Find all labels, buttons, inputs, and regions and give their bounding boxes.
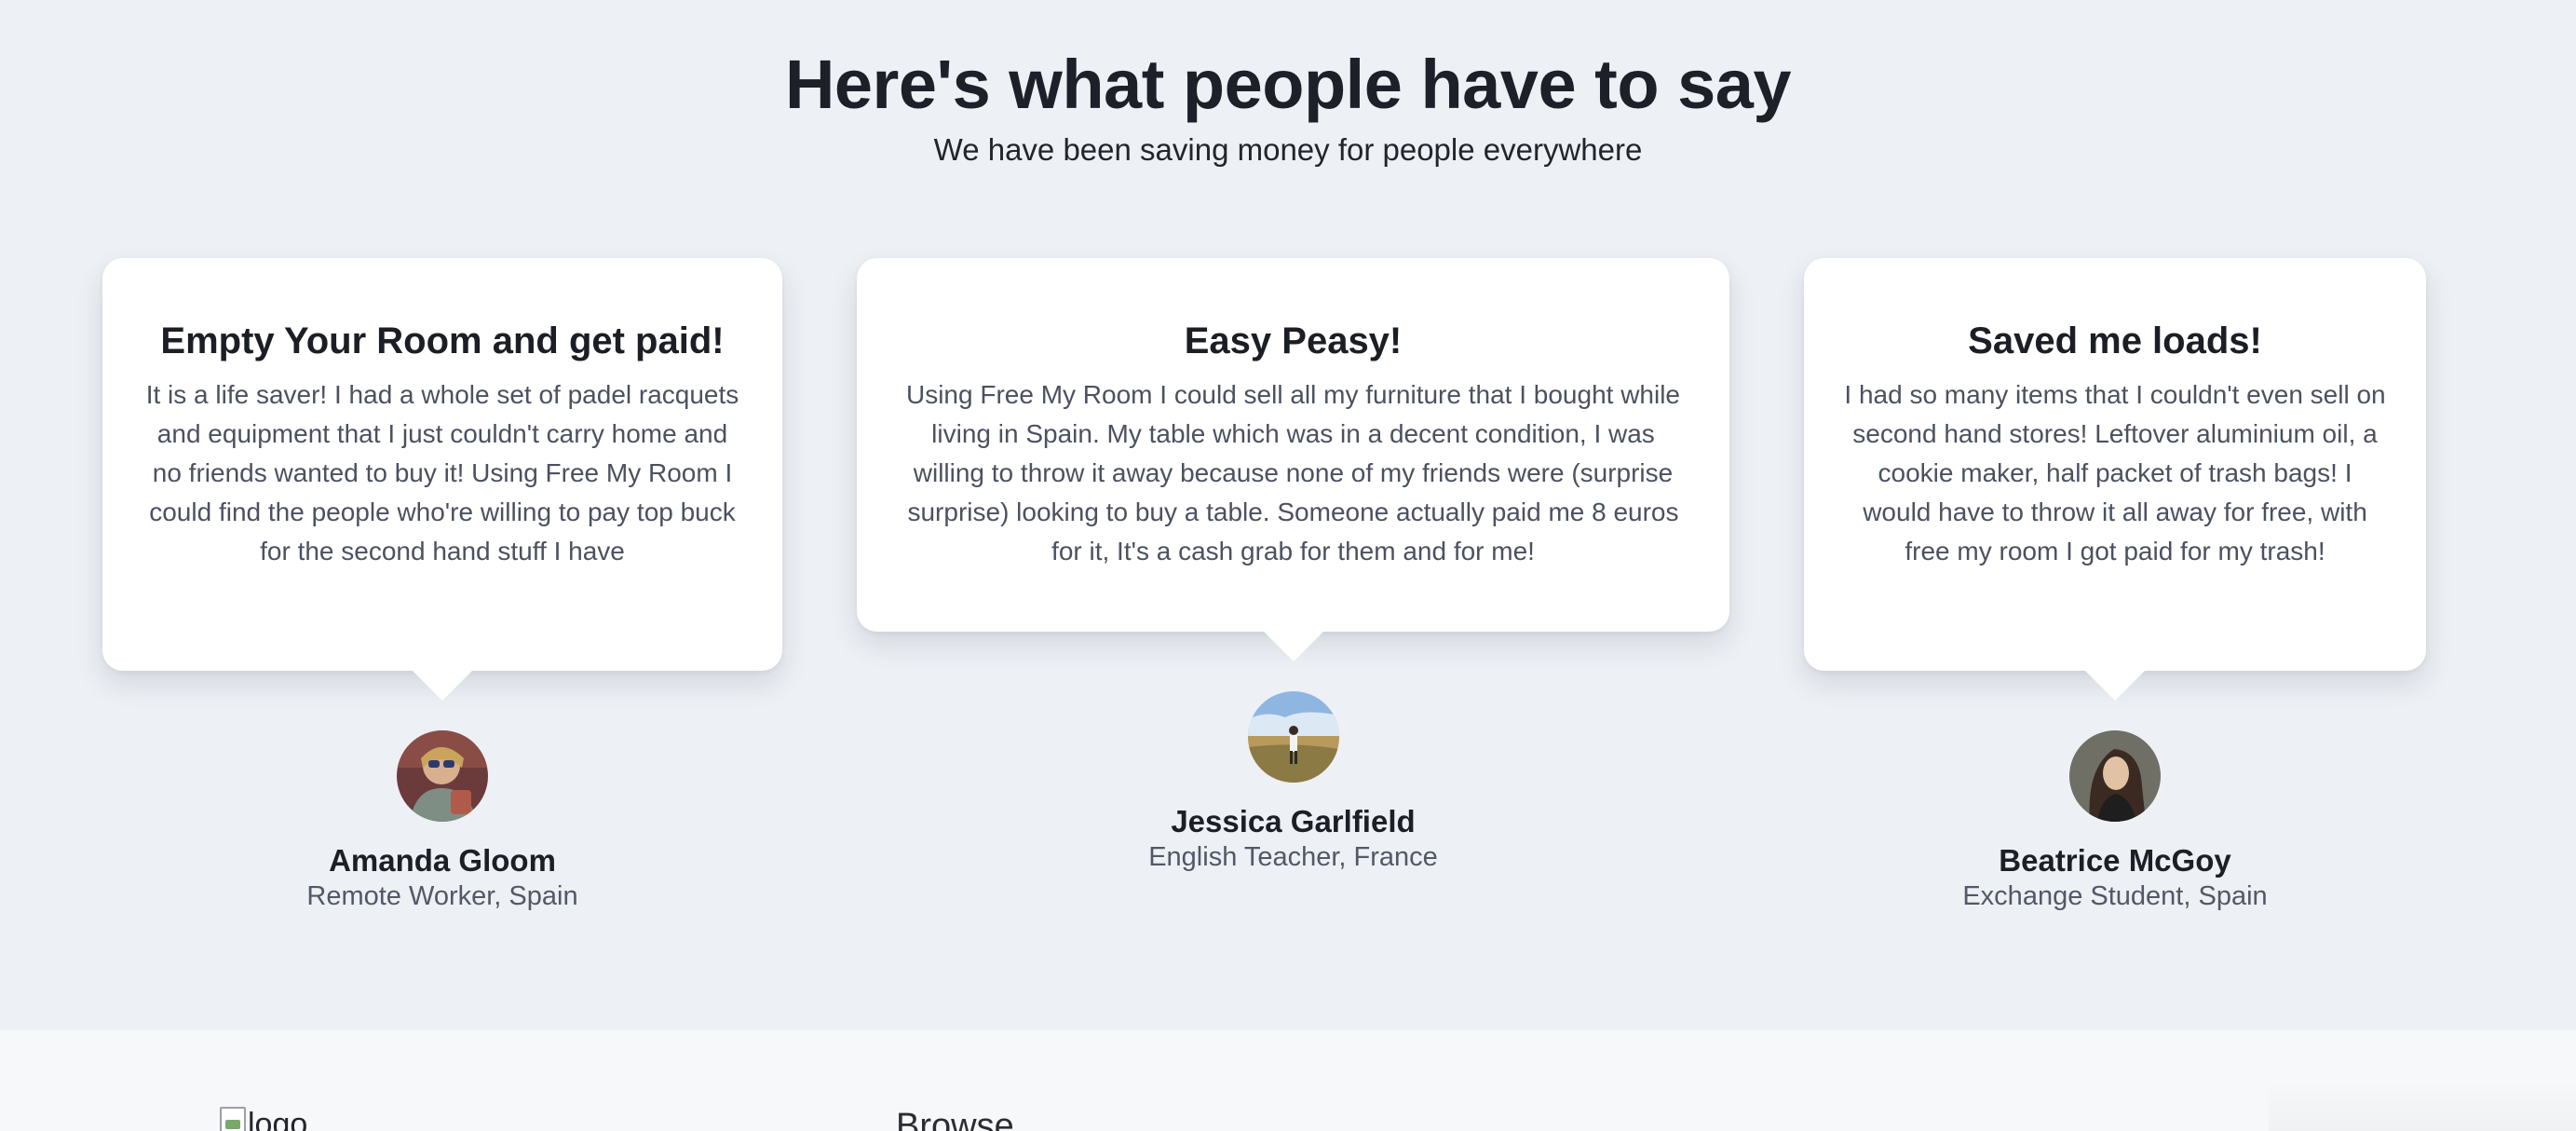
testimonial-card: Saved me loads! I had so many items that… [1804, 258, 2426, 913]
testimonial-card: Empty Your Room and get paid! It is a li… [102, 258, 782, 913]
person-role: English Teacher, France [1148, 842, 1438, 872]
broken-image-icon [220, 1107, 246, 1131]
footer-logo[interactable]: logo [220, 1107, 307, 1131]
quote-text: Using Free My Room I could sell all my f… [905, 380, 1681, 566]
avatar [397, 730, 488, 822]
footer-browse-heading: Browse [896, 1107, 1014, 1131]
quote-text: It is a life saver! I had a whole set of… [145, 380, 739, 566]
footer: logo Browse [0, 1030, 2576, 1131]
quote-title: Easy Peasy! [1184, 320, 1403, 361]
quote-bubble: Easy Peasy! Using Free My Room I could s… [857, 258, 1729, 661]
person-role: Exchange Student, Spain [1962, 881, 2268, 911]
logo-alt-text: logo [248, 1107, 308, 1131]
quote-bubble: Saved me loads! I had so many items that… [1804, 258, 2426, 701]
avatar [2069, 730, 2161, 822]
person-name: Jessica Garlfield [1171, 804, 1416, 838]
person-role: Remote Worker, Spain [306, 881, 578, 911]
person-name: Beatrice McGoy [1999, 843, 2231, 878]
section-subtitle: We have been saving money for people eve… [933, 132, 1643, 167]
quote-title: Saved me loads! [1968, 320, 2262, 361]
quote-bubble: Empty Your Room and get paid! It is a li… [102, 258, 782, 701]
section-title: Here's what people have to say [784, 46, 1792, 123]
avatar [1247, 691, 1339, 783]
quote-text: I had so many items that I couldn't even… [1844, 380, 2386, 566]
quote-title: Empty Your Room and get paid! [160, 320, 725, 361]
testimonials-header: Here's what people have to say We have b… [0, 41, 2576, 170]
person-name: Amanda Gloom [329, 843, 556, 878]
footer-shadow [2269, 1081, 2576, 1131]
testimonial-card: Easy Peasy! Using Free My Room I could s… [857, 258, 1729, 874]
